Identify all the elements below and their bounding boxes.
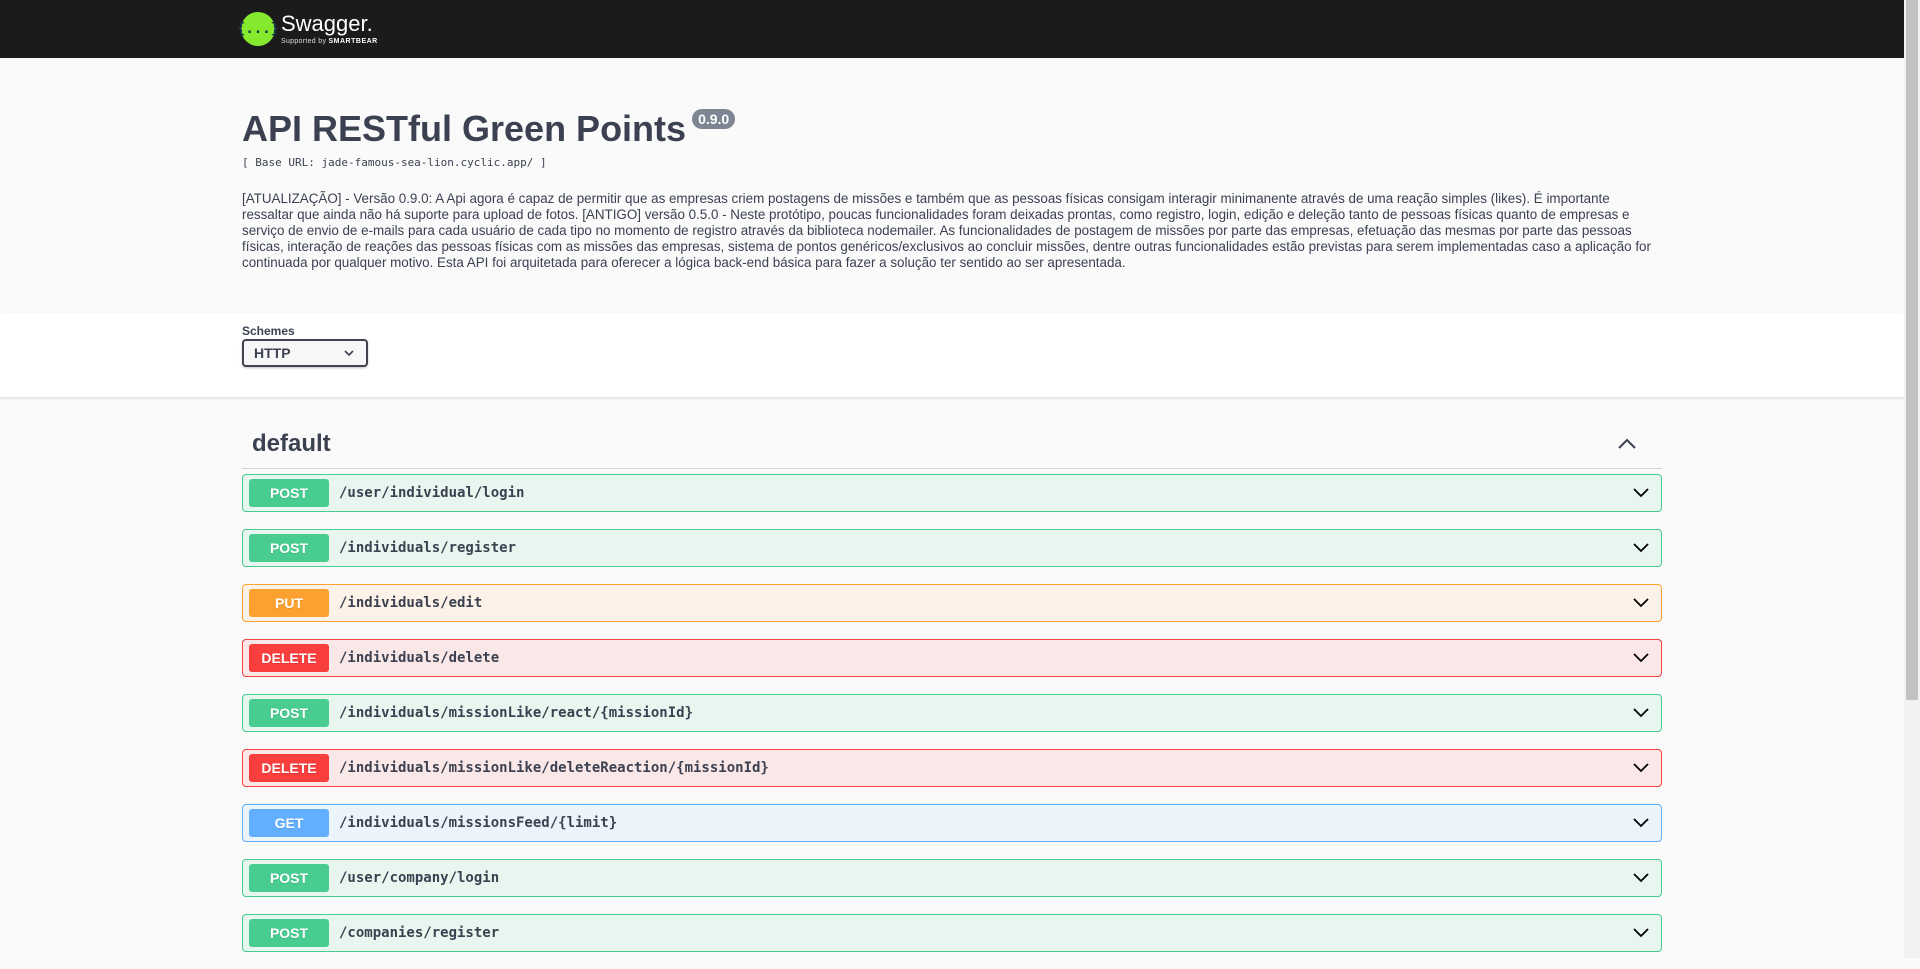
operation-delete-mission-like-reaction[interactable]: DELETE /individuals/missionLike/deleteRe…: [242, 749, 1662, 787]
chevron-down-icon[interactable]: [1633, 928, 1649, 938]
method-badge: POST: [249, 479, 329, 507]
base-url: [ Base URL: jade-famous-sea-lion.cyclic.…: [242, 156, 547, 169]
swagger-logo[interactable]: {...} Swagger. Supported by SMARTBEAR: [237, 8, 378, 50]
schemes-select[interactable]: HTTP: [242, 339, 368, 367]
chevron-down-icon[interactable]: [1633, 873, 1649, 883]
logo-supported: Supported by: [281, 38, 327, 45]
method-badge: POST: [249, 534, 329, 562]
operation-post-user-company-login[interactable]: POST /user/company/login: [242, 859, 1662, 897]
section-title: default: [252, 430, 331, 457]
operation-path: /individuals/missionLike/deleteReaction/…: [339, 760, 769, 776]
operation-get-missions-feed[interactable]: GET /individuals/missionsFeed/{limit}: [242, 804, 1662, 842]
chevron-down-icon[interactable]: [1633, 598, 1649, 608]
chevron-down-icon[interactable]: [1633, 818, 1649, 828]
schemes-container: Schemes HTTP: [0, 313, 1904, 398]
operations-list: POST /user/individual/login POST /indivi…: [242, 474, 1662, 969]
chevron-down-icon[interactable]: [1633, 763, 1649, 773]
chevron-down-icon[interactable]: [1633, 653, 1649, 663]
logo-brand: SMARTBEAR: [328, 38, 378, 45]
method-badge: POST: [249, 864, 329, 892]
operation-path: /individuals/edit: [339, 595, 483, 611]
operation-put-individuals-edit[interactable]: PUT /individuals/edit: [242, 584, 1662, 622]
scrollbar-thumb[interactable]: [1906, 0, 1918, 700]
api-description: [ATUALIZAÇÃO] - Versão 0.9.0: A Api agor…: [242, 191, 1651, 270]
operation-path: /companies/register: [339, 925, 500, 941]
api-info: API RESTful Green Points 0.9.0 [ Base UR…: [242, 100, 1662, 271]
swagger-logo-icon: {...}: [237, 12, 279, 46]
operation-post-user-individual-login[interactable]: POST /user/individual/login: [242, 474, 1662, 512]
method-badge: DELETE: [249, 644, 329, 672]
method-badge: POST: [249, 699, 329, 727]
chevron-up-icon[interactable]: [1618, 438, 1636, 450]
operation-post-companies-register[interactable]: POST /companies/register: [242, 914, 1662, 952]
chevron-down-icon[interactable]: [1633, 708, 1649, 718]
chevron-down-icon: [344, 350, 354, 356]
chevron-down-icon[interactable]: [1633, 488, 1649, 498]
logo-subtitle: Supported by SMARTBEAR: [281, 38, 378, 45]
operation-post-mission-like-react[interactable]: POST /individuals/missionLike/react/{mis…: [242, 694, 1662, 732]
schemes-label: Schemes: [242, 324, 295, 338]
title-row: API RESTful Green Points 0.9.0: [242, 100, 1662, 158]
operation-delete-individuals-delete[interactable]: DELETE /individuals/delete: [242, 639, 1662, 677]
operation-path: /individuals/missionsFeed/{limit}: [339, 815, 618, 831]
method-badge: DELETE: [249, 754, 329, 782]
page-scrollbar[interactable]: [1904, 0, 1920, 958]
operation-path: /user/company/login: [339, 870, 500, 886]
schemes-selected-value: HTTP: [254, 345, 291, 361]
method-badge: PUT: [249, 589, 329, 617]
method-badge: GET: [249, 809, 329, 837]
chevron-down-icon[interactable]: [1633, 543, 1649, 553]
operation-path: /individuals/delete: [339, 650, 500, 666]
version-badge: 0.9.0: [692, 109, 736, 129]
api-title: API RESTful Green Points: [242, 108, 687, 149]
operation-path: /user/individual/login: [339, 485, 525, 501]
logo-text: Swagger. Supported by SMARTBEAR: [281, 11, 378, 46]
operation-path: /individuals/missionLike/react/{missionI…: [339, 705, 694, 721]
section-header-default[interactable]: default: [242, 420, 1662, 469]
operation-path: /individuals/register: [339, 540, 517, 556]
topbar: {...} Swagger. Supported by SMARTBEAR: [0, 0, 1904, 58]
operation-post-individuals-register[interactable]: POST /individuals/register: [242, 529, 1662, 567]
logo-name: Swagger.: [281, 11, 373, 36]
method-badge: POST: [249, 919, 329, 947]
